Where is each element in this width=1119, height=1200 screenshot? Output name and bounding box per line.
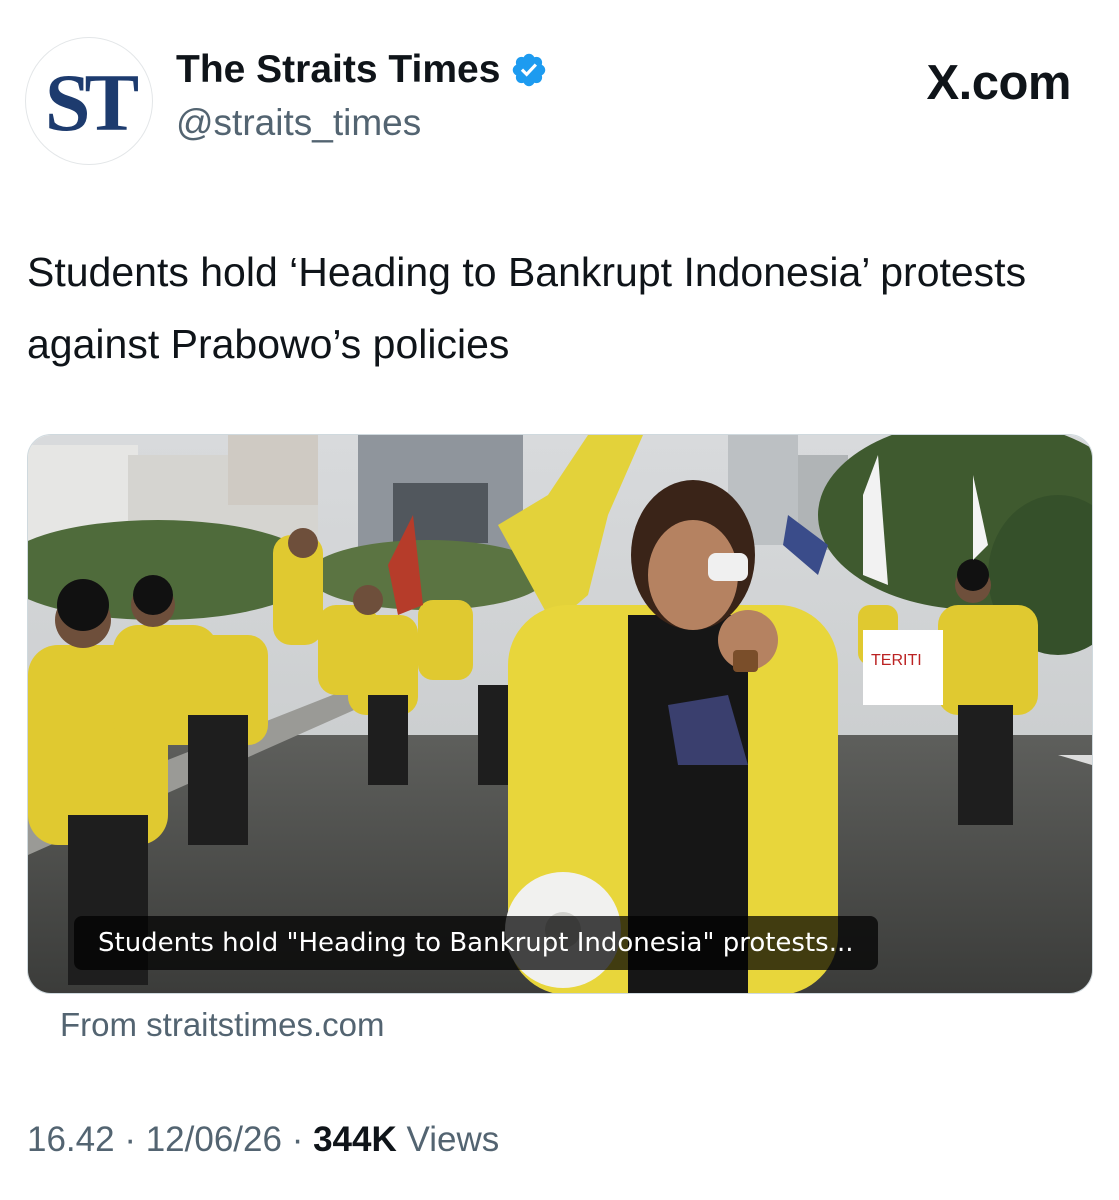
account-avatar[interactable]: ST: [25, 37, 153, 165]
link-card-image[interactable]: TERITI Students hold "Heading to Bankrup…: [27, 434, 1093, 994]
card-source-link[interactable]: From straitstimes.com: [60, 1006, 385, 1044]
views-count: 344K: [313, 1120, 397, 1159]
site-name: X.com: [926, 56, 1071, 110]
views-label: Views: [406, 1120, 500, 1159]
meta-separator: ·: [291, 1120, 304, 1159]
meta-separator: ·: [124, 1120, 136, 1159]
protest-photo: TERITI: [28, 435, 1092, 993]
display-name[interactable]: The Straits Times: [176, 48, 500, 92]
account-name-row: The Straits Times: [176, 48, 548, 92]
tweet-text: Students hold ‘Heading to Bankrupt Indon…: [27, 249, 1027, 367]
avatar-logo-text: ST: [44, 57, 139, 148]
site-watermark: X.com: [926, 55, 1071, 111]
tweet-time[interactable]: 16.42: [27, 1120, 115, 1159]
verified-check-icon: [513, 53, 546, 87]
tweet-meta: 16.42 · 12/06/26 · 344K Views: [27, 1120, 499, 1160]
svg-text:TERITI: TERITI: [871, 652, 922, 669]
card-caption: Students hold "Heading to Bankrupt Indon…: [74, 916, 878, 970]
account-handle[interactable]: @straits_times: [176, 102, 421, 144]
tweet-date[interactable]: 12/06/26: [146, 1120, 282, 1159]
